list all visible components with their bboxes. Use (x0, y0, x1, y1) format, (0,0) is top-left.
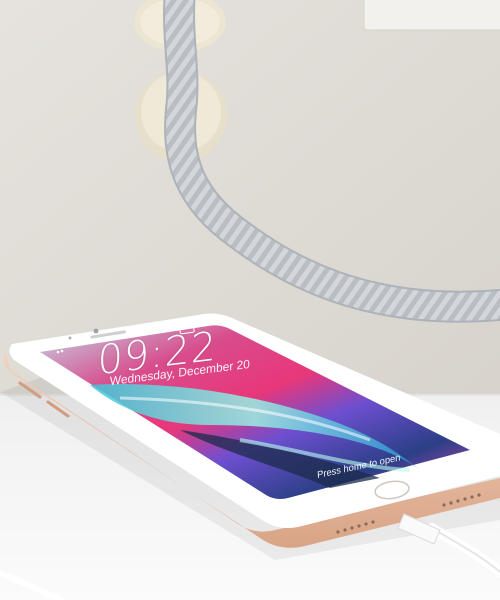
wall-socket-plate (363, 0, 500, 31)
scene (0, 0, 500, 600)
sensor-dot (68, 336, 72, 340)
page-dot (371, 479, 375, 483)
signal-icon (56, 350, 60, 354)
front-camera (93, 328, 99, 334)
